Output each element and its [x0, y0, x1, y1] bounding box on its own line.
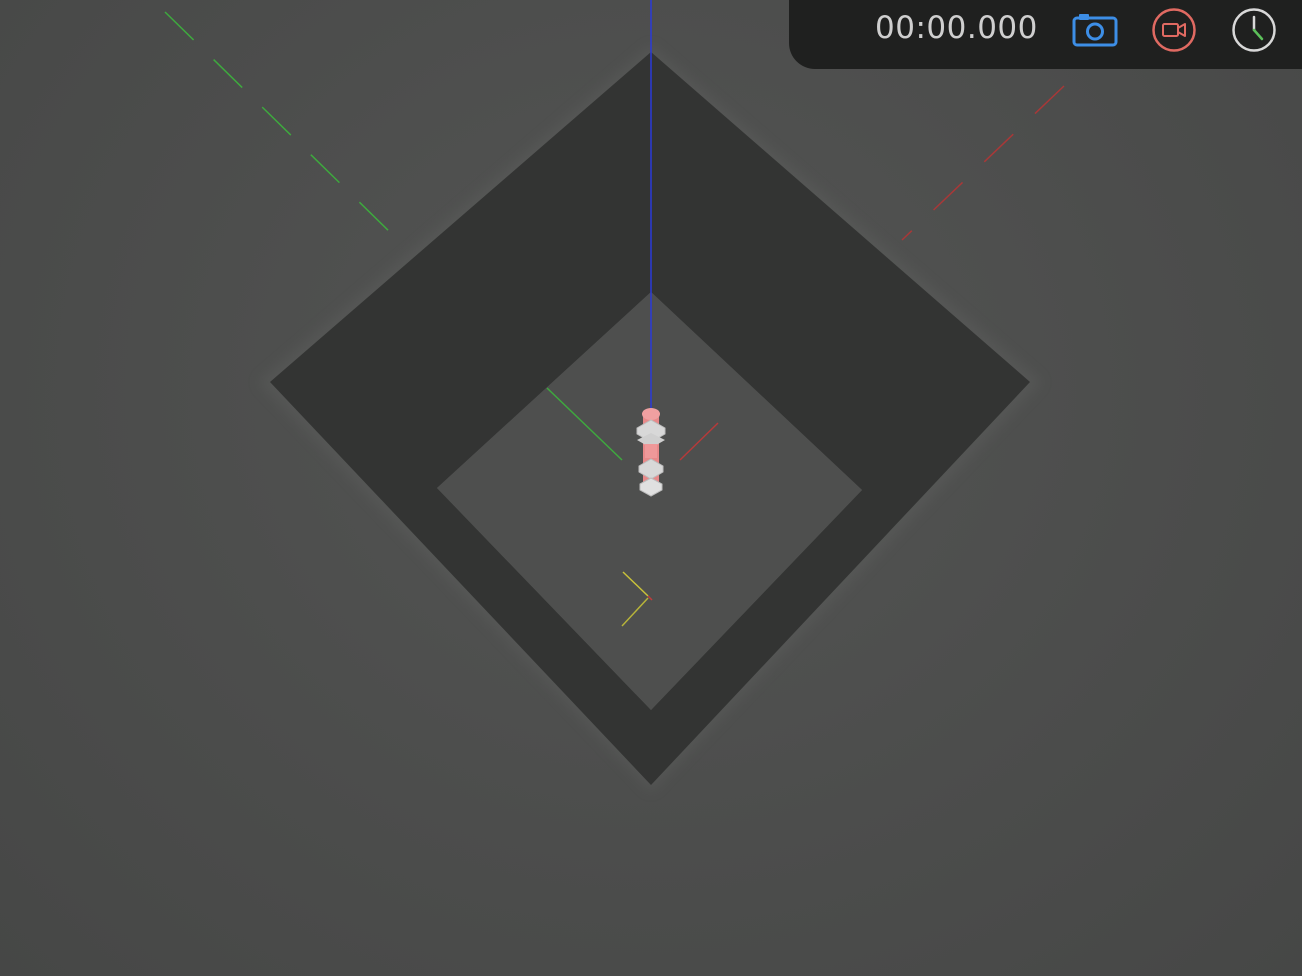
- simulation-toolbar: 00:00.000: [789, 0, 1302, 69]
- record-button[interactable]: [1150, 7, 1198, 53]
- video-camera-icon: [1152, 8, 1196, 52]
- screenshot-button[interactable]: [1071, 7, 1119, 53]
- simulation-timer: 00:00.000: [875, 10, 1038, 46]
- scene-canvas[interactable]: [0, 0, 1302, 976]
- camera-icon: [1072, 14, 1118, 47]
- world-axis-y: [164, 11, 397, 239]
- clock-button[interactable]: [1230, 7, 1278, 53]
- 3d-viewport[interactable]: [0, 0, 1302, 976]
- clock-icon: [1232, 8, 1276, 52]
- world-axis-x: [901, 85, 1065, 241]
